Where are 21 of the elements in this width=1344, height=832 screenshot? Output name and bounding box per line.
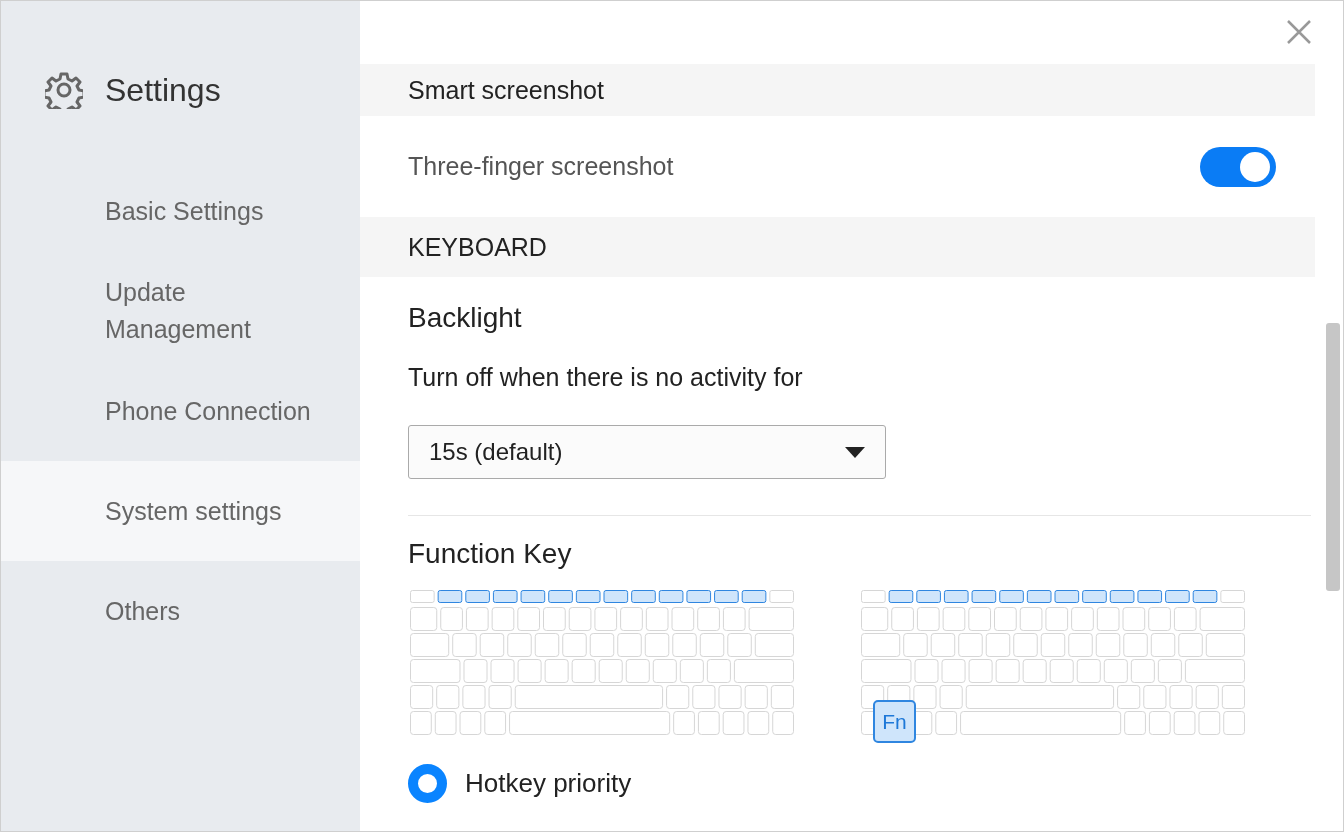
- sidebar-item[interactable]: Basic Settings: [1, 161, 360, 261]
- radio-button[interactable]: [408, 764, 447, 803]
- sidebar-item[interactable]: Update Management: [1, 261, 360, 361]
- sidebar-item[interactable]: Others: [1, 561, 360, 661]
- app-title: Settings: [105, 71, 221, 109]
- section-header: Smart screenshot: [360, 64, 1315, 116]
- dropdown[interactable]: 15s (default): [408, 425, 886, 479]
- subheading: Backlight: [407, 302, 523, 334]
- scrollbar-thumb[interactable]: [1326, 323, 1340, 591]
- subheading: Function Key: [407, 538, 573, 570]
- settings-icon: [45, 71, 83, 109]
- sidebar-item[interactable]: Phone Connection: [1, 361, 360, 461]
- description-text: Turn off when there is no activity for: [407, 363, 804, 392]
- toggle-switch[interactable]: [1200, 146, 1276, 187]
- section-header: KEYBOARD: [360, 217, 1315, 277]
- toggle-label: Three-finger screenshot: [408, 152, 674, 181]
- radio-label: Hotkey priority: [465, 768, 632, 799]
- close-icon[interactable]: [1287, 20, 1311, 44]
- fn-key: Fn: [873, 700, 916, 743]
- caret-icon: [845, 446, 865, 458]
- sidebar-item[interactable]: System settings: [1, 461, 360, 561]
